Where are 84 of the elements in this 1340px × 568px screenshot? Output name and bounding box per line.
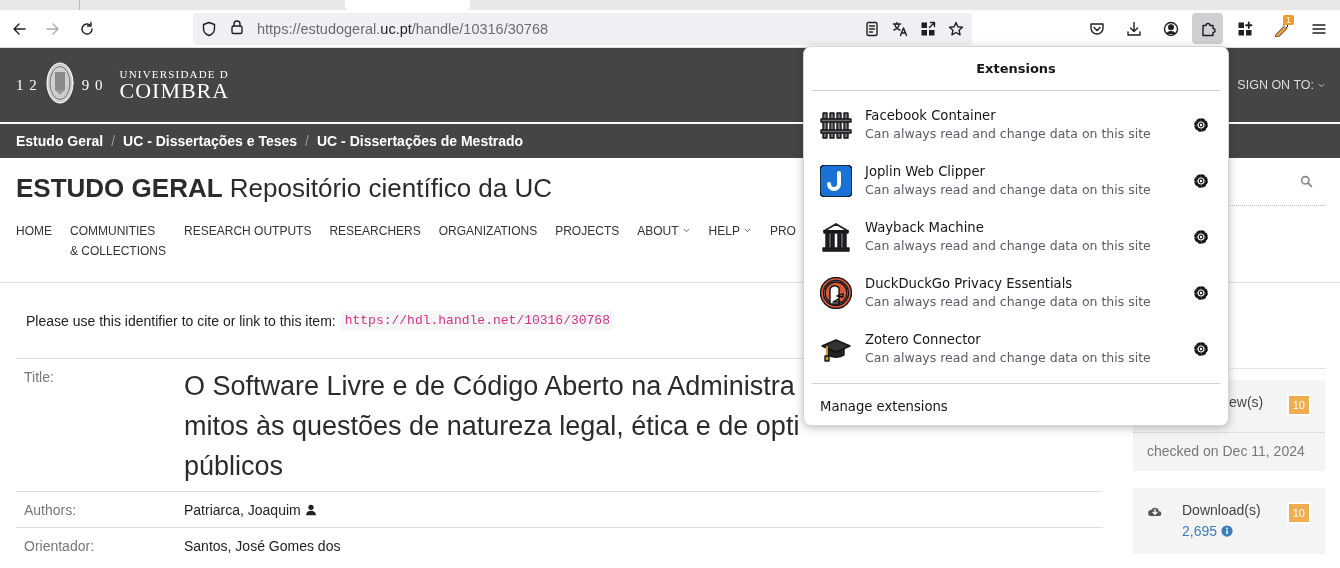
manage-extensions-link[interactable]: Manage extensions — [820, 399, 948, 414]
stat-count: 2,695 — [1182, 522, 1218, 541]
pocket-icon — [1088, 20, 1105, 37]
sign-on-menu[interactable]: SIGN ON TO: — [1237, 78, 1326, 92]
nav-link[interactable]: PRO — [769, 221, 796, 261]
site-title: ESTUDO GERAL Repositório científico da UC — [16, 172, 553, 204]
logo-text: UNIVERSIDADE D — [119, 68, 230, 80]
chevron-down-icon — [742, 226, 752, 235]
settings-icon — [1193, 341, 1209, 357]
settings-icon — [1193, 173, 1209, 189]
breadcrumb-link[interactable]: UC - Dissertações e Teses — [123, 133, 298, 149]
seal-icon — [45, 62, 74, 104]
museum-icon — [820, 221, 852, 253]
reader-icon — [864, 20, 880, 37]
extension-item[interactable]: Joplin Web Clipper Can always read and change data on this site — [804, 153, 1228, 209]
identifier-text: Please use this identifier to cite or link to this item: — [26, 312, 336, 329]
extension-permission: Can always read and change data on this site — [865, 237, 1152, 255]
extension-name: Facebook Container — [865, 107, 997, 125]
extension-item[interactable]: DuckDuckGo Privacy Essentials Can always read and change data on this site — [804, 265, 1228, 321]
settings-icon — [1193, 229, 1209, 245]
stat-label: ew(s) — [1229, 393, 1265, 412]
logo-text: COIMBRA — [119, 79, 230, 102]
nav-link[interactable]: RESEARCHERS — [329, 221, 421, 261]
puzzle-icon — [1199, 20, 1216, 37]
nav-link[interactable]: HELP — [708, 221, 752, 261]
logo-year: 1 2 — [16, 76, 38, 94]
fence-icon — [820, 109, 852, 141]
badge: 1 — [1283, 15, 1294, 25]
breadcrumb-link[interactable]: Estudo Geral — [16, 133, 104, 149]
reload-icon — [79, 20, 95, 37]
lock-icon — [229, 18, 245, 35]
field-label: Title: — [23, 368, 55, 387]
title-line: O Software Livre e de Código Aberto na Administra — [184, 370, 795, 403]
logo-year: 9 0 — [81, 76, 104, 94]
count-badge: 10 — [1288, 504, 1309, 522]
account-icon — [1162, 20, 1179, 37]
shield-icon — [201, 20, 217, 37]
extension-name: Zotero Connector — [865, 331, 982, 349]
field-label: Authors: — [23, 501, 78, 520]
nav-link[interactable]: ORGANIZATIONS — [438, 221, 538, 261]
duck-icon — [820, 277, 852, 309]
breadcrumb-separator: / — [111, 133, 116, 149]
stat-label: Download(s) — [1182, 501, 1262, 520]
info-icon — [1221, 525, 1234, 537]
person-icon — [304, 504, 317, 516]
author-name: Patriarca, Joaquim — [184, 501, 301, 520]
extensions-button[interactable] — [1192, 13, 1223, 44]
extension-name: Wayback Machine — [865, 219, 985, 237]
nav-link[interactable]: ABOUT — [637, 221, 691, 261]
extension-item[interactable]: Zotero Connector Can always read and change data on this site — [804, 321, 1228, 377]
nav-link[interactable]: HOME — [16, 221, 52, 261]
settings-icon — [1193, 117, 1209, 133]
breadcrumb-separator: / — [305, 133, 309, 149]
extension-permission: Can always read and change data on this site — [865, 293, 1152, 311]
extension-item[interactable]: Wayback Machine Can always read and change data on this site — [804, 209, 1228, 265]
settings-icon — [1193, 285, 1209, 301]
nav-link[interactable]: RESEARCH OUTPUTS — [184, 221, 312, 261]
extension-name: DuckDuckGo Privacy Essentials — [865, 275, 1074, 293]
extension-name: Joplin Web Clipper — [865, 163, 986, 181]
url-text: https://estudogeral.uc.pt/handle/10316/30768 — [257, 20, 550, 37]
extension-permission: Can always read and change data on this site — [865, 181, 1152, 199]
star-icon — [948, 20, 964, 37]
count-badge: 10 — [1288, 396, 1309, 414]
chevron-down-icon — [681, 226, 691, 235]
checked-date: checked on Dec 11, 2024 — [1133, 432, 1325, 471]
translate-icon — [892, 20, 908, 37]
identifier-link[interactable]: https://hdl.handle.net/10316/30768 — [340, 311, 614, 330]
apps-icon — [1236, 20, 1253, 37]
extension-item[interactable]: Facebook Container Can always read and change data on this site — [804, 97, 1228, 153]
qr-code-icon — [920, 20, 936, 37]
search-icon — [1300, 175, 1313, 188]
field-value: Santos, José Gomes dos — [184, 537, 341, 556]
popup-title: Extensions — [812, 47, 1220, 91]
extension-permission: Can always read and change data on this site — [865, 349, 1152, 367]
field-label: Orientador: — [23, 537, 96, 556]
extension-permission: Can always read and change data on this site — [865, 125, 1152, 143]
title-line: mitos às questões de natureza legal, ética e de opti — [184, 410, 800, 443]
breadcrumb-link[interactable]: UC - Dissertações de Mestrado — [317, 133, 524, 149]
nav-link[interactable]: COMMUNITIES & COLLECTIONS — [70, 221, 167, 261]
clipper-icon — [820, 165, 852, 197]
title-line: públicos — [184, 450, 284, 483]
download-icon — [1125, 20, 1142, 37]
address-bar[interactable]: https://estudogeral.uc.pt/handle/10316/30768 — [193, 12, 972, 45]
nav-link[interactable]: PROJECTS — [555, 221, 620, 261]
